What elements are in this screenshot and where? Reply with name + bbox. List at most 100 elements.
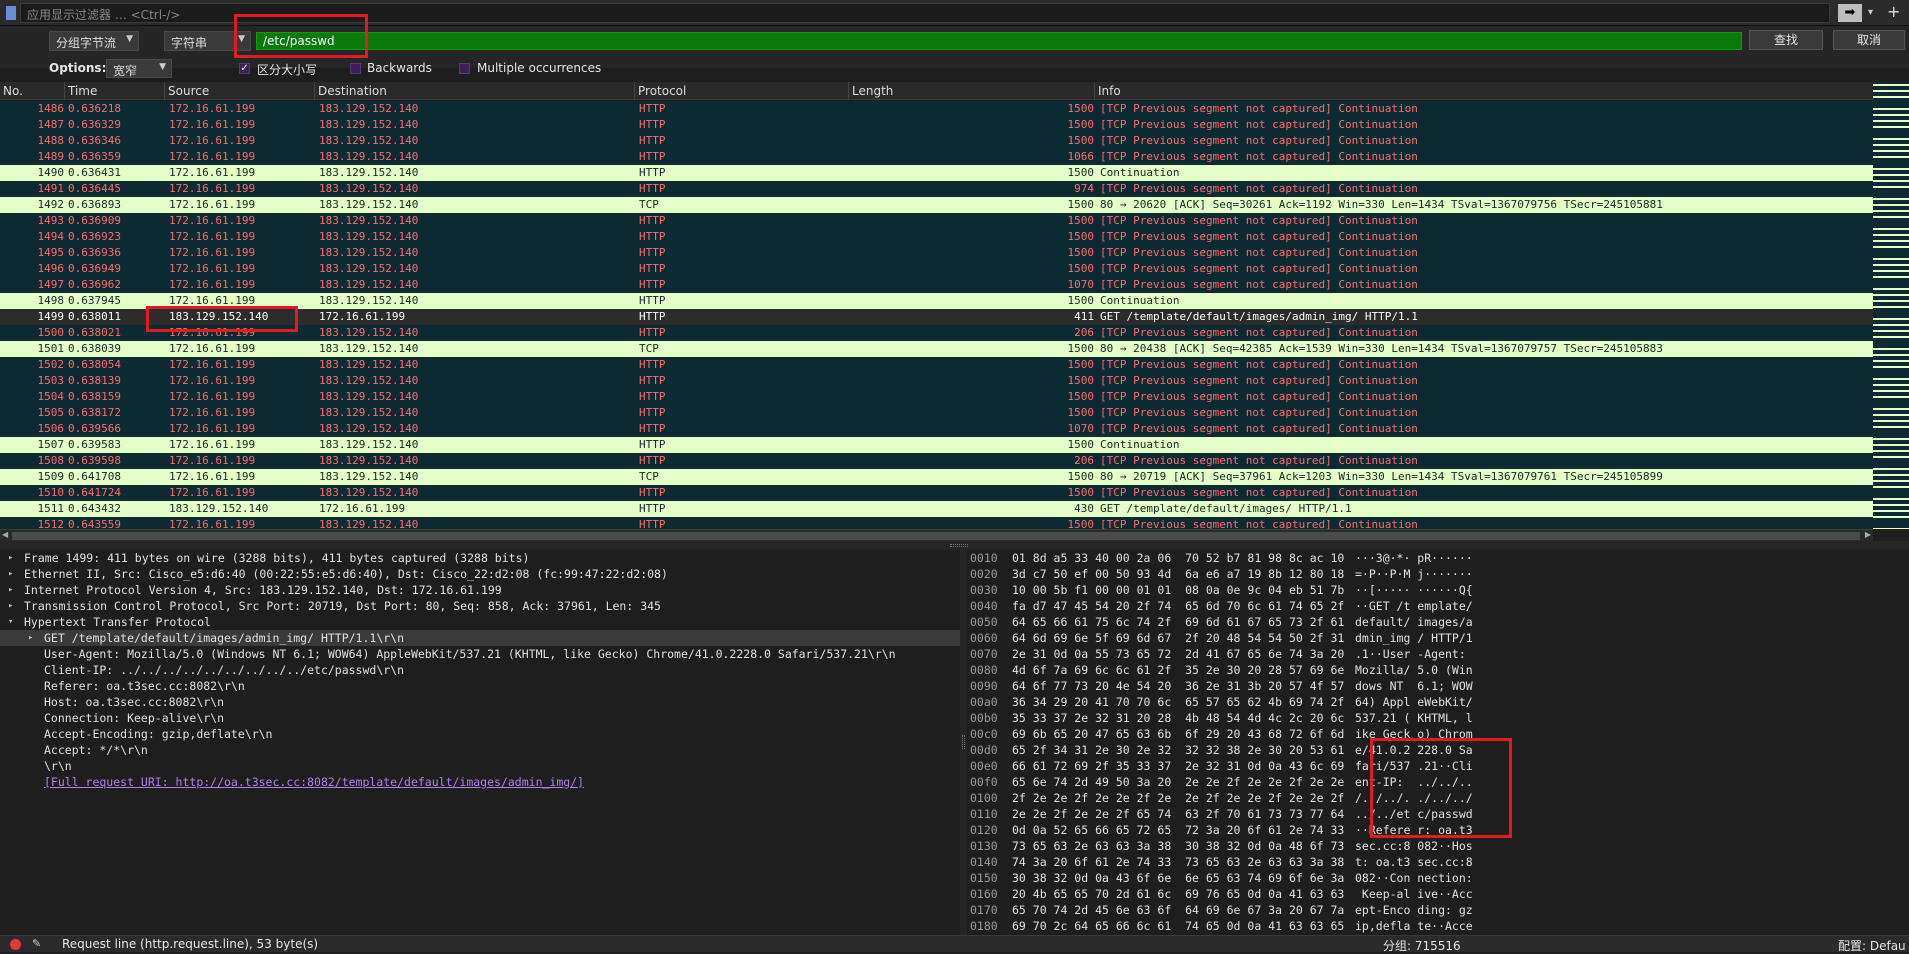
column-header-length[interactable]: Length	[852, 84, 893, 98]
details-tree-item[interactable]: Connection: Keep-alive\r\n	[0, 710, 960, 726]
packet-row[interactable]: 1506 0.639566 172.16.61.199 183.129.152.140…	[0, 421, 1873, 437]
scroll-left-icon[interactable]: ◀	[2, 530, 8, 539]
details-tree-item[interactable]: Referer: oa.t3sec.cc:8082\r\n	[0, 678, 960, 694]
packet-row[interactable]: 1500 0.638021 172.16.61.199 183.129.152.140…	[0, 325, 1873, 341]
column-header-source[interactable]: Source	[168, 84, 209, 98]
expand-right-icon[interactable]: ▸	[8, 566, 13, 582]
hex-row[interactable]: 0060 64 6d 69 6e 5f 69 6d 67 2f 20 48 54 …	[967, 630, 1909, 646]
packet-row[interactable]: 1507 0.639583 172.16.61.199 183.129.152.140…	[0, 437, 1873, 453]
add-filter-button-plus-icon[interactable]: +	[1887, 2, 1900, 21]
packet-row[interactable]: 1494 0.636923 172.16.61.199 183.129.152.140…	[0, 229, 1873, 245]
hex-row[interactable]: 0180 69 70 2c 64 65 66 6c 61 74 65 0d 0a …	[967, 918, 1909, 934]
hex-row[interactable]: 0110 2e 2e 2f 2e 2e 2f 65 74 63 2f 70 61 …	[967, 806, 1909, 822]
packet-row[interactable]: 1490 0.636431 172.16.61.199 183.129.152.140…	[0, 165, 1873, 181]
packet-row[interactable]: 1503 0.638139 172.16.61.199 183.129.152.140…	[0, 373, 1873, 389]
hex-row[interactable]: 0140 74 3a 20 6f 61 2e 74 33 73 65 63 2e …	[967, 854, 1909, 870]
search-type-select[interactable]: 字符串 ▼	[164, 31, 251, 51]
details-tree-item[interactable]: ▸ GET /template/default/images/admin_img/…	[0, 630, 960, 646]
filter-history-chevron-down-icon[interactable]: ▾	[1868, 4, 1880, 22]
backwards-checkbox[interactable]	[350, 63, 361, 74]
packet-row[interactable]: 1496 0.636949 172.16.61.199 183.129.152.140…	[0, 261, 1873, 277]
packet-row[interactable]: 1512 0.643559 172.16.61.199 183.129.152.140…	[0, 517, 1873, 529]
hex-row[interactable]: 0010 01 8d a5 33 40 00 2a 06 70 52 b7 81 …	[967, 550, 1909, 566]
packet-row[interactable]: 1489 0.636359 172.16.61.199 183.129.152.140…	[0, 149, 1873, 165]
packet-row[interactable]: 1505 0.638172 172.16.61.199 183.129.152.140…	[0, 405, 1873, 421]
scroll-right-icon[interactable]: ▶	[1865, 530, 1871, 539]
expand-down-icon[interactable]: ▾	[8, 614, 13, 630]
hex-row[interactable]: 00e0 66 61 72 69 2f 35 33 37 2e 32 31 0d …	[967, 758, 1909, 774]
details-tree-item[interactable]: Accept-Encoding: gzip,deflate\r\n	[0, 726, 960, 742]
expand-right-icon[interactable]: ▸	[8, 582, 13, 598]
cancel-button[interactable]: 取消	[1833, 30, 1905, 50]
find-button[interactable]: 查找	[1749, 30, 1823, 50]
packet-row[interactable]: 1491 0.636445 172.16.61.199 183.129.152.140…	[0, 181, 1873, 197]
hex-row[interactable]: 0030 10 00 5b f1 00 00 01 01 08 0a 0e 9c …	[967, 582, 1909, 598]
column-header-info[interactable]: Info	[1098, 84, 1121, 98]
packet-row[interactable]: 1502 0.638054 172.16.61.199 183.129.152.140…	[0, 357, 1873, 373]
expand-right-icon[interactable]: ▸	[28, 630, 33, 646]
packet-row[interactable]: 1498 0.637945 172.16.61.199 183.129.152.140…	[0, 293, 1873, 309]
packet-row[interactable]: 1495 0.636936 172.16.61.199 183.129.152.140…	[0, 245, 1873, 261]
details-tree-item[interactable]: ▾ Hypertext Transfer Protocol	[0, 614, 960, 630]
details-tree-item[interactable]: ▸ Frame 1499: 411 bytes on wire (3288 bit…	[0, 550, 960, 566]
packet-row[interactable]: 1511 0.643432 183.129.152.140 172.16.61.199…	[0, 501, 1873, 517]
packet-row[interactable]: 1504 0.638159 172.16.61.199 183.129.152.140…	[0, 389, 1873, 405]
packet-row[interactable]: 1492 0.636893 172.16.61.199 183.129.152.140…	[0, 197, 1873, 213]
details-tree-item[interactable]: ▸ Internet Protocol Version 4, Src: 183.1…	[0, 582, 960, 598]
charset-select[interactable]: 宽窄 ▼	[106, 59, 172, 78]
profile-label[interactable]: 配置: Defau	[1838, 937, 1906, 954]
details-tree-item[interactable]: ▸ Ethernet II, Src: Cisco_e5:d6:40 (00:22…	[0, 566, 960, 582]
expand-right-icon[interactable]: ▸	[8, 550, 13, 566]
hex-row[interactable]: 00a0 36 34 29 20 41 70 70 6c 65 57 65 62 …	[967, 694, 1909, 710]
hex-row[interactable]: 0070 2e 31 0d 0a 55 73 65 72 2d 41 67 65 …	[967, 646, 1909, 662]
details-tree-item[interactable]: User-Agent: Mozilla/5.0 (Windows NT 6.1;…	[0, 646, 960, 662]
scrollbar-thumb[interactable]	[12, 532, 1860, 540]
hex-row[interactable]: 0160 20 4b 65 65 70 2d 61 6c 69 76 65 0d …	[967, 886, 1909, 902]
packet-list[interactable]: 1486 0.636218 172.16.61.199 183.129.152.140…	[0, 101, 1873, 529]
display-filter-input[interactable]: 应用显示过滤器 … <Ctrl-/>	[20, 3, 1830, 23]
packet-details-tree[interactable]: ▸ Frame 1499: 411 bytes on wire (3288 bit…	[0, 550, 960, 935]
column-header-destination[interactable]: Destination	[318, 84, 387, 98]
details-tree-item[interactable]: \r\n	[0, 758, 960, 774]
hex-row[interactable]: 00d0 65 2f 34 31 2e 30 2e 32 32 32 38 2e …	[967, 742, 1909, 758]
column-header-no[interactable]: No.	[3, 84, 23, 98]
packet-bytes-pane[interactable]: 0010 01 8d a5 33 40 00 2a 06 70 52 b7 81 …	[967, 550, 1909, 935]
packet-row[interactable]: 1510 0.641724 172.16.61.199 183.129.152.140…	[0, 485, 1873, 501]
hex-row[interactable]: 00b0 35 33 37 2e 32 31 20 28 4b 48 54 4d …	[967, 710, 1909, 726]
case-sensitive-checkbox[interactable]: ✓	[239, 63, 250, 74]
hex-row[interactable]: 0080 4d 6f 7a 69 6c 6c 61 2f 35 2e 30 20 …	[967, 662, 1909, 678]
hex-row[interactable]: 0150 30 38 32 0d 0a 43 6f 6e 6e 65 63 74 …	[967, 870, 1909, 886]
search-string-input[interactable]: /etc/passwd	[256, 32, 1742, 50]
details-tree-item[interactable]: Accept: */*\r\n	[0, 742, 960, 758]
apply-filter-arrow-right-icon[interactable]: ➡	[1838, 4, 1862, 22]
hex-row[interactable]: 0050 64 65 66 61 75 6c 74 2f 69 6d 61 67 …	[967, 614, 1909, 630]
column-header-time[interactable]: Time	[68, 84, 97, 98]
packet-row[interactable]: 1509 0.641708 172.16.61.199 183.129.152.140…	[0, 469, 1873, 485]
hex-row[interactable]: 0120 0d 0a 52 65 66 65 72 65 72 3a 20 6f …	[967, 822, 1909, 838]
column-header-protocol[interactable]: Protocol	[638, 84, 686, 98]
hex-row[interactable]: 00f0 65 6e 74 2d 49 50 3a 20 2e 2e 2f 2e …	[967, 774, 1909, 790]
expand-right-icon[interactable]: ▸	[8, 598, 13, 614]
hex-row[interactable]: 0130 73 65 63 2e 63 63 3a 38 30 38 32 0d …	[967, 838, 1909, 854]
packet-row[interactable]: 1501 0.638039 172.16.61.199 183.129.152.140…	[0, 341, 1873, 357]
packet-row[interactable]: 1487 0.636329 172.16.61.199 183.129.152.140…	[0, 117, 1873, 133]
packet-row[interactable]: 1508 0.639598 172.16.61.199 183.129.152.140…	[0, 453, 1873, 469]
packet-list-horizontal-scrollbar[interactable]: ◀ ▶	[0, 529, 1873, 541]
packet-row[interactable]: 1486 0.636218 172.16.61.199 183.129.152.140…	[0, 101, 1873, 117]
details-tree-item[interactable]: [Full request URI: http://oa.t3sec.cc:80…	[0, 774, 960, 790]
packet-row[interactable]: 1488 0.636346 172.16.61.199 183.129.152.140…	[0, 133, 1873, 149]
hex-row[interactable]: 0090 64 6f 77 73 20 4e 54 20 36 2e 31 3b …	[967, 678, 1909, 694]
bookmark-icon[interactable]	[6, 6, 16, 20]
edit-comment-icon[interactable]: ✎	[32, 937, 41, 950]
hex-row[interactable]: 0170 65 70 74 2d 45 6e 63 6f 64 69 6e 67 …	[967, 902, 1909, 918]
details-tree-item[interactable]: ▸ Transmission Control Protocol, Src Port…	[0, 598, 960, 614]
hex-row[interactable]: 0100 2f 2e 2e 2f 2e 2e 2f 2e 2e 2f 2e 2e …	[967, 790, 1909, 806]
packet-row[interactable]: 1497 0.636962 172.16.61.199 183.129.152.140…	[0, 277, 1873, 293]
details-tree-item[interactable]: Client-IP: ../../../../../../../../../et…	[0, 662, 960, 678]
packet-list-minimap[interactable]	[1873, 82, 1909, 529]
packet-row[interactable]: 1493 0.636909 172.16.61.199 183.129.152.140…	[0, 213, 1873, 229]
hex-row[interactable]: 0020 3d c7 50 ef 00 50 93 4d 6a e6 a7 19 …	[967, 566, 1909, 582]
hex-row[interactable]: 00c0 69 6b 65 20 47 65 63 6b 6f 29 20 43 …	[967, 726, 1909, 742]
details-tree-item[interactable]: Host: oa.t3sec.cc:8082\r\n	[0, 694, 960, 710]
search-in-select[interactable]: 分组字节流 ▼	[49, 31, 139, 51]
